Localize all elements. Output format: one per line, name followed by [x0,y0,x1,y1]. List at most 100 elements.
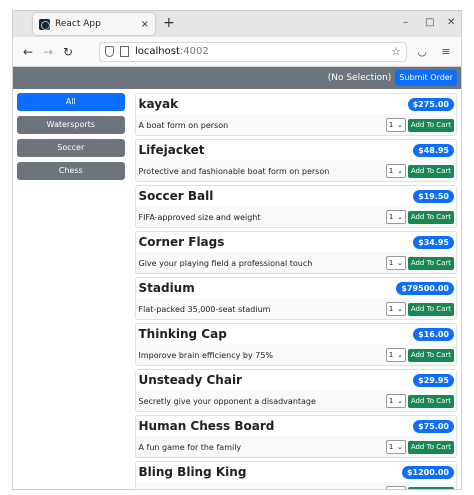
product-description: Flat-packed 35,000-seat stadium [138,304,271,314]
product-header: Unsteady Chair $29.95 [135,370,456,390]
add-to-cart-button[interactable]: Add To Cart [407,302,454,316]
product-description: Give your playing field a professional t… [138,258,313,268]
pocket-icon[interactable]: ◡ [413,43,431,61]
add-to-cart-button[interactable]: Add To Cart [407,440,454,454]
tab-strip: React App × + – □ ✕ [13,11,461,37]
price-badge: $34.95 [413,235,454,249]
product-header: Soccer Ball $19.50 [135,186,456,206]
category-sidebar: All Watersports Soccer Chess [17,93,125,489]
minimize-icon[interactable]: – [403,17,408,28]
url-host: localhost [135,46,180,57]
add-to-cart-button[interactable]: Add To Cart [407,164,454,178]
product-description: Imporove brain efficiency by 75% [138,350,274,360]
shield-icon [105,46,114,57]
tab-close-icon[interactable]: × [141,19,149,30]
url-port: :4002 [179,46,209,57]
product-name: Soccer Ball [138,189,214,203]
quantity-select[interactable]: 1⌄ [385,164,406,178]
quantity-value: 1 [388,351,394,359]
quantity-select[interactable]: 1⌄ [385,302,406,316]
add-to-cart-button[interactable]: Add To Cart [407,118,454,132]
product-card: Stadium $79500.00 Flat-packed 35,000-seat … [134,277,457,320]
product-controls: 1⌄Add To Cart [385,348,454,362]
quantity-select[interactable]: 1⌄ [385,486,406,490]
chevron-down-icon: ⌄ [397,489,403,490]
maximize-icon[interactable]: □ [425,17,434,28]
price-badge: $16.00 [413,327,454,341]
quantity-select[interactable]: 1⌄ [385,394,406,408]
back-icon[interactable]: ← [19,43,37,61]
product-controls: 1⌄Add To Cart [385,394,454,408]
add-to-cart-button[interactable]: Add To Cart [407,486,454,489]
bookmark-star-icon[interactable]: ☆ [391,45,401,58]
product-header: Human Chess Board $75.00 [135,416,456,436]
forward-icon[interactable]: → [39,43,57,61]
product-header: Corner Flags $34.95 [135,232,456,252]
category-button[interactable]: Chess [17,162,125,180]
close-window-icon[interactable]: ✕ [447,17,455,28]
product-card: Human Chess Board $75.00 A fun game for th… [134,415,457,458]
submit-order-button[interactable]: Submit Order [395,70,457,86]
menu-icon[interactable]: ≡ [437,43,455,61]
chevron-down-icon: ⌄ [396,351,403,359]
add-to-cart-button[interactable]: Add To Cart [407,348,454,362]
new-tab-icon[interactable]: + [163,15,175,31]
chevron-down-icon: ⌄ [396,397,403,405]
app-body: All Watersports Soccer Chess kayak $275.0… [13,89,461,490]
product-card: Soccer Ball $19.50 FIFA-approved size and … [134,185,457,228]
category-button[interactable]: All [17,93,125,111]
product-body: A boat form on person 1 ⌄ Add To Cart [136,114,457,136]
quantity-select[interactable]: 1⌄ [385,256,406,270]
product-header: Bling Bling King $1200.00 [135,462,456,482]
quantity-select[interactable]: 1⌄ [385,118,406,132]
browser-window: React App × + – □ ✕ ← → ↻ localhost:4002… [12,10,462,490]
product-name: Stadium [138,281,195,295]
product-card: kayak $275.00 A boat form on person 1 ⌄ Add T… [134,93,457,136]
quantity-value: 1 [388,121,394,129]
product-controls: 1⌄Add To Cart [385,256,454,270]
browser-tab[interactable]: React App × [33,13,155,35]
product-name: kayak [138,97,179,111]
category-button[interactable]: Soccer [17,139,125,157]
quantity-select[interactable]: 1⌄ [385,348,406,362]
reload-icon[interactable]: ↻ [59,43,77,61]
product-body: FIFA-approved size and weight 1 ⌄ Add To Ca… [136,206,457,228]
product-name: Unsteady Chair [138,373,242,387]
quantity-select[interactable]: 1⌄ [385,210,406,224]
product-body: Secretly give your opponent a disadvanta… [136,390,457,412]
product-body: Flat-packed 35,000-seat stadium 1 ⌄ Add To … [136,298,457,320]
price-badge: $1200.00 [401,465,454,479]
page-icon [120,46,129,57]
product-body: Protective and fashionable boat form on … [136,160,457,182]
product-controls: 1⌄Add To Cart [385,486,454,490]
price-badge: $29.95 [413,373,454,387]
url-bar[interactable]: localhost:4002 ☆ [99,41,407,62]
price-badge: $79500.00 [396,281,454,295]
product-name: Human Chess Board [138,419,275,433]
quantity-select[interactable]: 1⌄ [385,440,406,454]
product-description: Secretly give your opponent a disadvanta… [138,396,316,406]
product-header: Stadium $79500.00 [135,278,456,298]
url-text: localhost:4002 [135,46,391,57]
add-to-cart-button[interactable]: Add To Cart [407,210,454,224]
product-body: Gold-plated, diamond-studded King1⌄Add T… [136,482,457,490]
app-header: (No Selection) Submit Order [13,67,461,89]
add-to-cart-button[interactable]: Add To Cart [407,394,454,408]
product-header: Thinking Cap $16.00 [135,324,456,344]
product-card: Bling Bling King $1200.00 Gold-plated, dia… [134,461,457,490]
product-card: Lifejacket $48.95 Protective and fashionab… [134,139,457,182]
product-name: Bling Bling King [138,465,247,479]
product-name: Corner Flags [138,235,225,249]
product-name: Lifejacket [138,143,205,157]
product-name: Thinking Cap [138,327,227,341]
chevron-down-icon: ⌄ [396,121,403,129]
product-card: Corner Flags $34.95 Give your playing fiel… [134,231,457,274]
add-to-cart-button[interactable]: Add To Cart [407,256,454,270]
quantity-value: 1 [388,443,394,451]
chevron-down-icon: ⌄ [396,305,403,313]
category-button[interactable]: Watersports [17,116,125,134]
product-card: Thinking Cap $16.00 Imporove brain efficie… [134,323,457,366]
chevron-down-icon: ⌄ [396,213,403,221]
product-description: Gold-plated, diamond-studded King [139,489,281,490]
quantity-value: 1 [389,489,393,490]
